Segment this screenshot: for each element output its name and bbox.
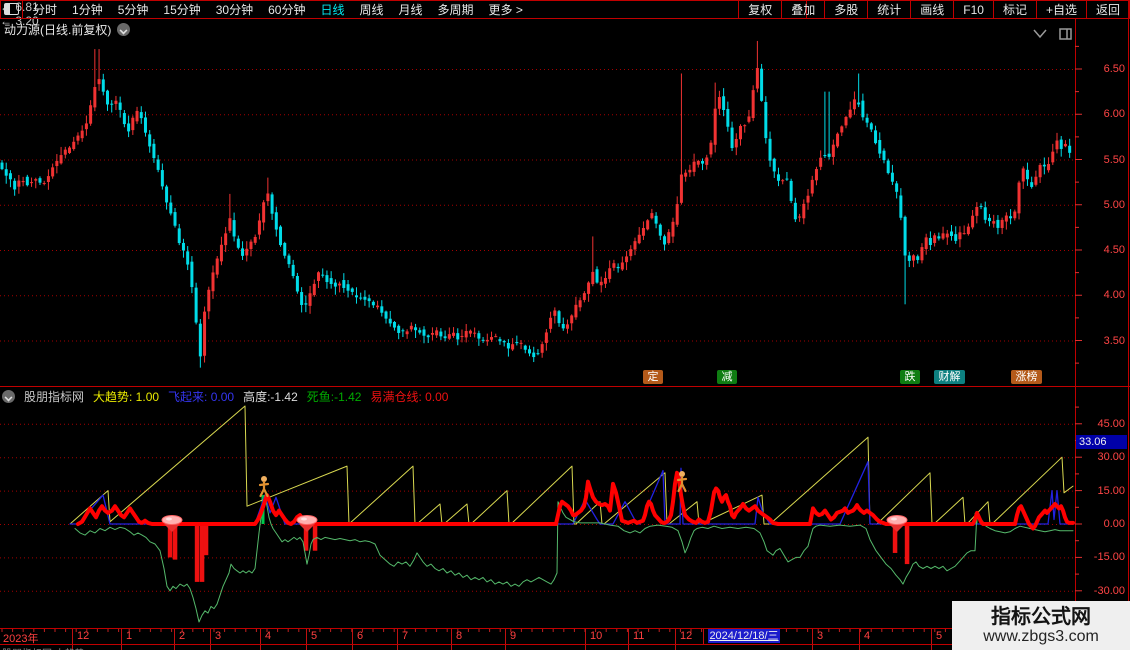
indicator-tick-label: 15.00 [1097,484,1125,497]
price-tick-label: 5.50 [1103,153,1125,166]
indicator-value-0: 大趋势: 1.00 [93,390,160,404]
top-toolbar: 分时 1分钟 5分钟 15分钟 30分钟 60分钟 日线 周线 月线 多周期 更多 > 复权 叠加 多股… [0,0,1130,18]
indicator-tick-label: 0.00 [1103,518,1125,530]
price-tick-label: 6.50 [1103,63,1125,75]
app-root: 分时 1分钟 5分钟 15分钟 30分钟 60分钟 日线 周线 月线 多周期 更多 > 复权 叠加 多股… [0,0,1130,650]
period-tab-9[interactable]: 多周期 [438,1,474,18]
indicator-source-label: 股朋指标网 [24,390,85,404]
period-tab-10[interactable]: 更多 > [489,1,523,18]
price-tick-label: 4.50 [1103,244,1125,256]
date-label: 12 [77,630,90,642]
date-label: 1 [126,630,133,642]
date-label: 2 [179,630,186,642]
candles [0,40,1072,368]
date-label: 4 [265,630,272,642]
collapse-chevron-icon[interactable] [1032,27,1048,41]
toolbar-button-3[interactable]: 统计 [867,0,910,18]
period-tab-8[interactable]: 月线 [399,1,423,18]
shortcut-badge-2[interactable]: 跌 [900,370,920,384]
period-tab-4[interactable]: 30分钟 [216,1,253,18]
shortcut-badge-4[interactable]: 涨榜 [1011,370,1042,384]
period-tabs: 分时 1分钟 5分钟 15分钟 30分钟 60分钟 日线 周线 月线 多周期 更多 > [33,1,523,18]
current-value-badge: 33.06 [1076,435,1127,449]
period-tab-7[interactable]: 周线 [359,1,383,18]
date-label: 11 [633,630,645,642]
period-tab-5[interactable]: 60分钟 [268,1,305,18]
layout-icon [3,3,19,15]
indicator-tick-label: -30.00 [1093,584,1125,597]
watermark-url: www.zbgs3.com [983,627,1099,645]
period-tab-0[interactable]: 分时 [33,1,57,18]
chevron-down-icon[interactable] [2,390,15,403]
indicator-value-2: 高度:-1.42 [243,390,298,404]
date-label: 3 [817,630,824,642]
histogram-bar [194,526,200,582]
date-label: 3 [215,630,222,642]
toolbar-button-2[interactable]: 多股 [824,0,867,18]
indicator-header: 股朋指标网 大趋势: 1.00 飞起来: 0.00 高度:-1.42 死鱼:-1.42… [2,388,457,405]
walking-man-icon [258,476,270,498]
toolbar-button-8[interactable]: 返回 [1085,0,1130,18]
toolbar-button-1[interactable]: 叠加 [781,0,824,18]
shortcut-badge-1[interactable]: 减 [717,370,737,384]
indicator-tick-label: -15.00 [1093,551,1125,564]
date-label: 9 [510,630,517,642]
period-tab-1[interactable]: 1分钟 [72,1,103,18]
clipped-row: 股朋指标网 大趋势 [2,645,222,650]
indicator-value-3: 死鱼:-1.42 [306,390,362,404]
date-label: 2023年 [3,633,39,645]
window-icon[interactable] [1058,27,1074,41]
indicator-value-4: 易满仓线: 0.00 [370,390,449,404]
period-tab-2[interactable]: 5分钟 [118,1,149,18]
indicator-line-大趋势 [69,405,1074,525]
indicator-tick-label: 30.00 [1097,451,1125,464]
title-bar: 动力源(日线.前复权) [4,21,131,38]
date-label: 5 [936,630,943,642]
date-label: 4 [864,630,871,642]
selected-date-badge: 2024/12/18/三 [708,629,780,643]
indicator-tick-label: 45.00 [1097,417,1125,430]
price-tick-label: 5.00 [1103,198,1125,211]
gem-icon [161,515,183,532]
shortcut-badge-0[interactable]: 定 [643,370,663,384]
indicator-value-1: 飞起来: 0.00 [168,390,235,404]
date-label: 7 [402,630,409,642]
histogram-bar [203,526,209,556]
chevron-down-icon[interactable] [117,23,131,36]
date-label: 12 [680,630,693,642]
toolbar-buttons: 复权 叠加 多股 统计 画线 F10 标记 +自选 返回 [738,0,1130,18]
indicator-values: 大趋势: 1.00 飞起来: 0.00 高度:-1.42 死鱼:-1.42 易满仓线: … [93,388,457,405]
histogram-bar [199,526,205,582]
date-label: 5 [311,630,318,642]
date-label: 10 [590,630,603,642]
gem-icon [886,515,908,532]
watermark: 指标公式网 www.zbgs3.com [952,601,1130,650]
toolbar-button-0[interactable]: 复权 [738,0,781,18]
period-tab-6[interactable]: 日线 [320,1,344,18]
histogram-bar [904,526,910,565]
toolbar-button-6[interactable]: 标记 [992,0,1036,18]
histogram-bar [172,526,178,560]
price-tick-label: 3.50 [1103,334,1125,347]
page-title: 动力源(日线.前复权) [4,23,112,37]
date-label: 8 [456,630,463,642]
layout-toggle-button[interactable] [0,0,23,18]
period-tab-3[interactable]: 15分钟 [163,1,200,18]
price-tick-label: 6.00 [1103,108,1125,121]
price-tick-label: 4.00 [1103,289,1125,302]
panel-controls [1032,27,1074,41]
date-label: 6 [357,630,364,642]
chart-graphics [0,0,1130,650]
watermark-title: 指标公式网 [991,605,1091,628]
toolbar-button-4[interactable]: 画线 [910,0,953,18]
toolbar-button-7[interactable]: +自选 [1035,0,1086,18]
shortcut-badge-3[interactable]: 财解 [934,370,965,384]
toolbar-button-5[interactable]: F10 [953,0,993,18]
